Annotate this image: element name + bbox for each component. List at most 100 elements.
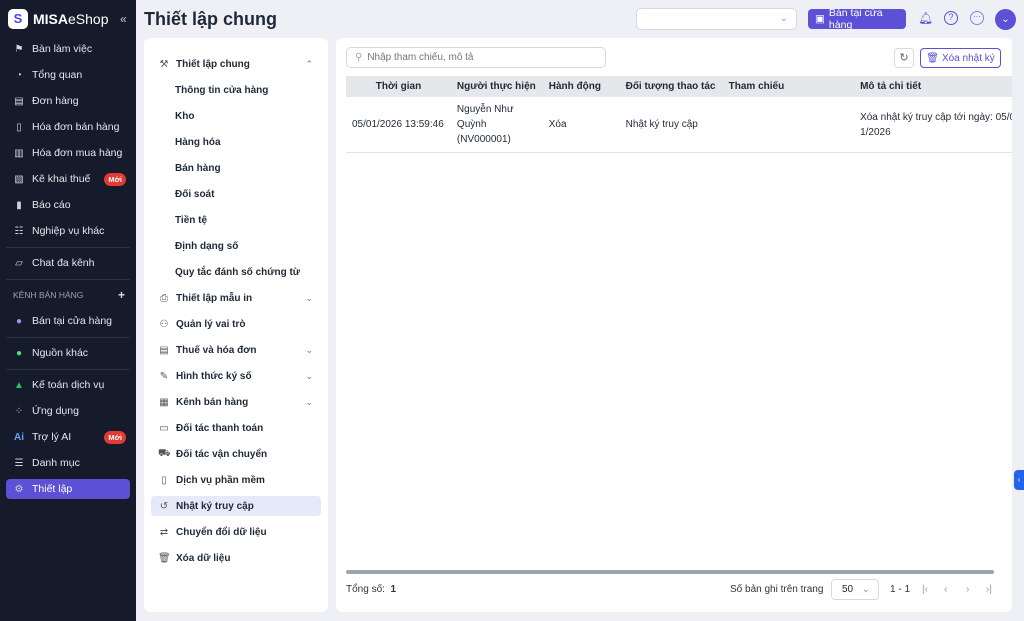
list-icon: ☷ [14,225,24,237]
sidebar-item-5[interactable]: ▧ Kê khai thuế Mới [6,169,130,189]
chart-icon: ▮ [16,199,22,211]
help-icon[interactable]: ? [944,11,958,25]
settings-item-11[interactable]: ▤ Thuế và hóa đơn ⌄ [151,340,321,360]
sidebar-item-14[interactable]: ☰ Danh mục [6,453,130,473]
store-sale-button[interactable]: ▣ Bán tại cửa hàng [808,7,906,31]
new-badge: Mới [104,172,126,186]
sidebar-item-0[interactable]: ⚑ Bàn làm việc [6,39,130,59]
store-icon: ▦ [159,396,169,408]
expand-panel-icon[interactable]: ‹ [1014,470,1024,490]
sidebar-item-1[interactable]: ◔ Tổng quan [6,65,130,85]
settings-item-7[interactable]: Định dạng số [151,236,321,256]
col-user[interactable]: Người thực hiện [450,76,543,97]
settings-item-0[interactable]: ⚒ Thiết lập chung ⌃ [151,54,321,74]
chevron-icon[interactable]: ⌄ [305,293,313,304]
settings-item-13[interactable]: ▦ Kênh bán hàng ⌄ [151,392,321,412]
first-page-icon[interactable]: |‹ [922,584,928,595]
logo[interactable]: S MISAeShop [8,9,108,29]
log-table: Thời gian Người thực hiện Hành động Đối … [346,76,1012,153]
prev-page-icon[interactable]: ‹ [944,584,947,595]
divider [6,337,130,338]
tax-icon: ▧ [14,173,24,185]
col-reference[interactable]: Tham chiếu [722,76,855,97]
sidebar-item-15[interactable]: ⚙ Thiết lập [6,479,130,499]
store-icon: ● [15,315,23,327]
settings-item-19[interactable]: 🗑︎ Xóa dữ liệu [151,548,321,568]
last-page-icon[interactable]: ›| [986,584,992,595]
chevron-icon[interactable]: ⌃ [305,59,313,70]
col-description[interactable]: Mô tả chi tiết [854,76,1012,97]
settings-item-17[interactable]: ↺ Nhật ký truy cập [151,496,321,516]
search-box[interactable]: ⚲ [346,47,606,68]
settings-item-15[interactable]: ⛟ Đối tác vận chuyển [151,444,321,464]
search-icon: ⚲ [355,52,363,63]
trash-icon: 🗑︎ [926,52,939,64]
settings-item-3[interactable]: Hàng hóa [151,132,321,152]
page-size-select[interactable]: 50 ⌄ [831,579,879,600]
col-action[interactable]: Hành động [542,76,620,97]
sidebar-item-7[interactable]: ☷ Nghiệp vụ khác [6,221,130,241]
settings-item-8[interactable]: Quy tắc đánh số chứng từ [151,262,321,282]
more-icon[interactable]: ··· [970,11,984,25]
receipt-icon: ▤ [159,344,169,356]
avatar[interactable]: ⌄ [995,9,1016,30]
add-channel-icon[interactable]: + [118,288,125,302]
clear-log-button[interactable]: 🗑︎ Xóa nhật ký [920,48,1001,68]
sidebar-item-4[interactable]: ▥ Hóa đơn mua hàng [6,143,130,163]
total-count: Tổng số: 1 [346,584,397,595]
order-icon: ▤ [14,95,24,107]
settings-item-6[interactable]: Tiền tệ [151,210,321,230]
file-icon: ▯ [161,474,167,486]
table-row[interactable]: 05/01/2026 13:59:46 Nguyễn Như Quỳnh (NV… [346,97,1012,153]
sidebar: S MISAeShop « ⚑ Bàn làm việc ◔ Tổng quan ▤ Đơn… [0,0,136,621]
chevron-icon[interactable]: ⌄ [305,371,313,382]
access-log-panel: ⚲ ↻ 🗑︎Xóa nhật ký Thời gian Người thực h… [336,38,1012,612]
divider [6,279,130,280]
accounting-icon: ▲ [14,379,24,391]
divider [6,247,130,248]
ai-icon: Ai [14,431,24,443]
chevron-icon[interactable]: ⌄ [305,345,313,356]
flag-icon: ⚑ [14,43,24,55]
settings-item-4[interactable]: Bán hàng [151,158,321,178]
page-range: 1 - 1 [890,584,911,595]
sidebar-item-10[interactable]: ● Nguồn khác [6,343,130,363]
history-icon: ↺ [159,500,169,512]
settings-item-14[interactable]: ▭ Đối tác thanh toán [151,418,321,438]
sidebar-item-12[interactable]: ⁘ Ứng dụng [6,401,130,421]
branch-select[interactable]: ⌄ [636,8,797,30]
settings-item-12[interactable]: ✎ Hình thức ký số ⌄ [151,366,321,386]
gauge-icon: ◔ [15,69,23,81]
sidebar-item-2[interactable]: ▤ Đơn hàng [6,91,130,111]
settings-item-1[interactable]: Thông tin cửa hàng [151,80,321,100]
bell-icon[interactable]: 🔔︎ [918,11,933,25]
settings-item-16[interactable]: ▯ Dịch vụ phần mềm [151,470,321,490]
new-badge: Mới [104,430,126,444]
settings-item-10[interactable]: ⚇ Quản lý vai trò [151,314,321,334]
apps-icon: ⁘ [14,405,24,417]
store-icon: ▣ [815,13,825,25]
col-object[interactable]: Đối tượng thao tác [619,76,723,97]
chevron-icon[interactable]: ⌄ [305,397,313,408]
sidebar-item-11[interactable]: ▲ Kế toán dịch vụ [6,375,130,395]
settings-item-2[interactable]: Kho [151,106,321,126]
settings-item-5[interactable]: Đối soát [151,184,321,204]
settings-item-9[interactable]: ⎙ Thiết lập mẫu in ⌄ [151,288,321,308]
horizontal-scrollbar[interactable] [346,570,994,574]
refresh-button[interactable]: ↻ [894,48,914,68]
next-page-icon[interactable]: › [966,584,969,595]
sidebar-item-3[interactable]: ▯ Hóa đơn bán hàng [6,117,130,137]
search-input[interactable] [367,52,588,63]
col-time[interactable]: Thời gian [346,76,451,97]
sidebar-item-9[interactable]: ● Bán tại cửa hàng [6,311,130,331]
sidebar-item-13[interactable]: Ai Trợ lý AI Mới [6,427,130,447]
printer-icon: ⎙ [160,292,168,304]
sidebar-item-6[interactable]: ▮ Báo cáo [6,195,130,215]
trash-icon: 🗑︎ [158,552,171,564]
settings-menu: ⚒ Thiết lập chung ⌃ Thông tin cửa hàng Kho Hà… [144,38,328,612]
sidebar-item-8[interactable]: ▱ Chat đa kênh [6,253,130,273]
collapse-sidebar-icon[interactable]: « [120,12,127,26]
settings-item-18[interactable]: ⇄ Chuyển đổi dữ liệu [151,522,321,542]
chevron-down-icon: ⌄ [861,584,870,595]
card-icon: ▭ [159,422,169,434]
